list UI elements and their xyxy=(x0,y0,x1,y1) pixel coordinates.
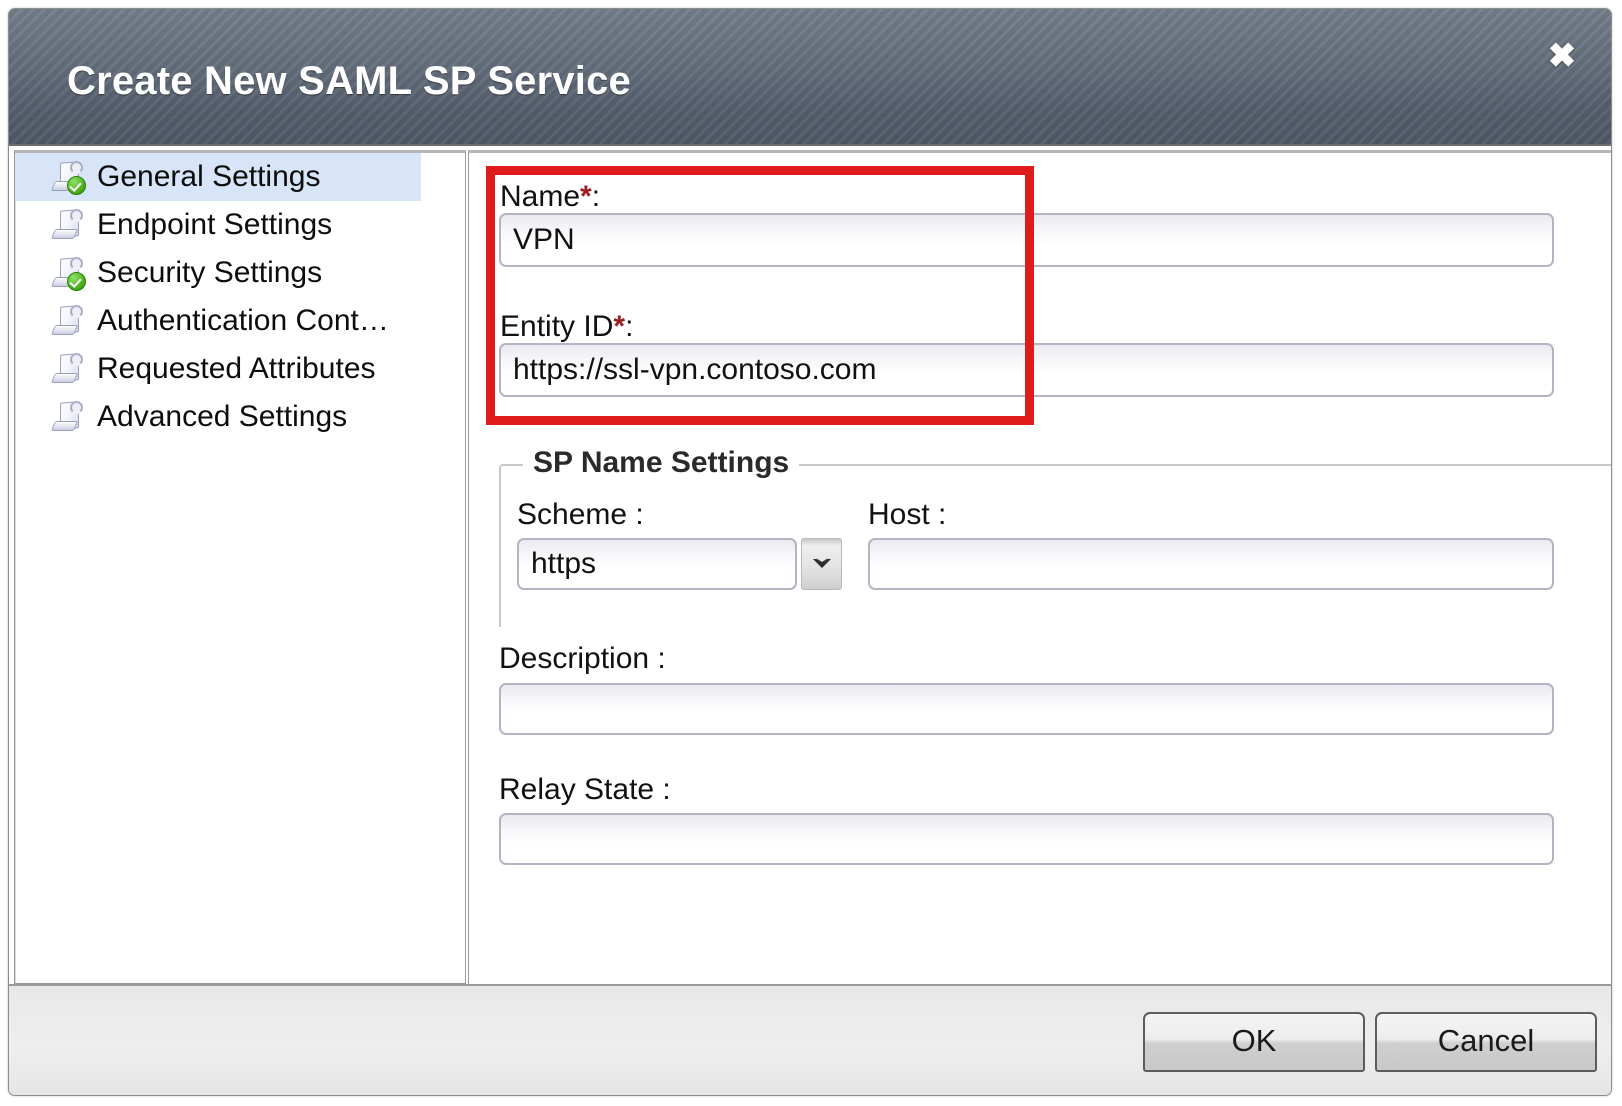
ok-button[interactable]: OK xyxy=(1143,1012,1365,1072)
scheme-select[interactable]: https xyxy=(517,538,797,590)
entity-id-input[interactable] xyxy=(499,343,1554,397)
cancel-button[interactable]: Cancel xyxy=(1375,1012,1597,1072)
sidebar-item-label: Advanced Settings xyxy=(97,400,347,434)
host-label: Host : xyxy=(868,498,946,532)
page-check-icon xyxy=(51,160,85,194)
sidebar-item-security-settings[interactable]: Security Settings xyxy=(15,249,421,297)
page-check-icon xyxy=(51,256,85,290)
name-label: Name*: xyxy=(500,180,600,214)
description-input[interactable] xyxy=(499,683,1554,735)
page-icon xyxy=(51,208,85,242)
dialog-titlebar: Create New SAML SP Service ✖ xyxy=(9,9,1611,146)
close-icon[interactable]: ✖ xyxy=(1537,31,1587,81)
scheme-label: Scheme : xyxy=(517,498,644,532)
host-input[interactable] xyxy=(868,538,1554,590)
relay-state-input[interactable] xyxy=(499,813,1554,865)
sidebar-item-label: General Settings xyxy=(97,160,320,194)
page-icon xyxy=(51,304,85,338)
sidebar-item-label: Endpoint Settings xyxy=(97,208,332,242)
required-marker: * xyxy=(613,310,625,343)
sidebar-item-authentication-context[interactable]: Authentication Cont… xyxy=(15,297,421,345)
dialog-title: Create New SAML SP Service xyxy=(67,59,631,104)
sidebar-item-label: Authentication Cont… xyxy=(97,304,389,338)
required-marker: * xyxy=(580,180,592,213)
sidebar-item-requested-attributes[interactable]: Requested Attributes xyxy=(15,345,421,393)
scheme-select-wrapper: https xyxy=(517,538,842,590)
sidebar-item-label: Requested Attributes xyxy=(97,352,376,386)
settings-nav-list: General Settings Endpoint Settings Secur… xyxy=(14,150,466,984)
create-saml-sp-dialog: Create New SAML SP Service ✖ General Set… xyxy=(8,8,1612,1096)
sidebar-item-label: Security Settings xyxy=(97,256,322,290)
relay-state-label: Relay State : xyxy=(499,773,671,807)
page-icon xyxy=(51,352,85,386)
dialog-footer: OK Cancel xyxy=(9,984,1611,1095)
page-icon xyxy=(51,400,85,434)
entity-id-label: Entity ID*: xyxy=(500,310,633,344)
chevron-down-icon[interactable] xyxy=(801,538,842,590)
sp-name-settings-legend: SP Name Settings xyxy=(523,446,799,480)
dialog-body: General Settings Endpoint Settings Secur… xyxy=(9,146,1611,986)
sidebar-item-general-settings[interactable]: General Settings xyxy=(15,153,421,201)
description-label: Description : xyxy=(499,642,666,676)
general-settings-pane: Name*: Entity ID*: SP Name Settings Sche… xyxy=(468,150,1611,984)
name-input[interactable] xyxy=(499,213,1554,267)
sidebar-item-advanced-settings[interactable]: Advanced Settings xyxy=(15,393,421,441)
sidebar-item-endpoint-settings[interactable]: Endpoint Settings xyxy=(15,201,421,249)
